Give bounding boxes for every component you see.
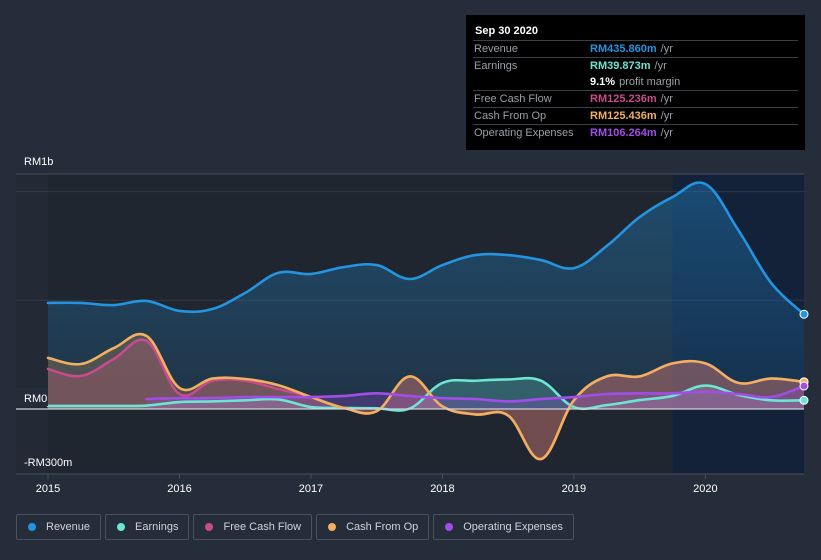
legend-item-earnings[interactable]: Earnings xyxy=(105,514,190,540)
y-tick-label-top: RM1b xyxy=(24,156,53,168)
legend-label: Cash From Op xyxy=(346,521,419,533)
y-tick-label-bottom: -RM300m xyxy=(24,457,72,469)
tooltip-value: RM106.264m xyxy=(590,127,657,139)
tooltip-label: Earnings xyxy=(474,60,518,72)
x-tick-label: 2019 xyxy=(562,483,586,495)
x-tick-label: 2017 xyxy=(299,483,323,495)
x-tick-label: 2015 xyxy=(36,483,60,495)
tooltip-unit: /yr xyxy=(654,60,667,72)
x-tick-label: 2018 xyxy=(430,483,454,495)
tooltip-unit: /yr xyxy=(660,93,673,105)
earnings-dot-icon xyxy=(117,523,126,531)
x-ticks: 2015 2016 2017 2018 2019 2020 xyxy=(36,474,718,495)
legend-label: Revenue xyxy=(46,521,91,533)
tooltip-row-cash-from-op: Cash From Op RM125.436m /yr xyxy=(473,107,798,124)
legend-item-revenue[interactable]: Revenue xyxy=(16,514,102,540)
legend-item-free-cash-flow[interactable]: Free Cash Flow xyxy=(193,514,313,540)
tooltip-row-operating-expenses: Operating Expenses RM106.264m /yr xyxy=(473,124,798,141)
tooltip-unit: /yr xyxy=(660,110,673,122)
tooltip-unit: profit margin xyxy=(619,76,681,88)
tooltip-row-profit-margin: 9.1% profit margin xyxy=(473,74,798,90)
revenue-end-marker xyxy=(799,309,809,319)
tooltip-value: RM125.436m xyxy=(590,110,657,122)
x-tick-label: 2020 xyxy=(693,483,717,495)
cash-from-op-dot-icon xyxy=(328,523,337,531)
x-tick-label: 2016 xyxy=(167,483,191,495)
tooltip-row-revenue: Revenue RM435.860m /yr xyxy=(473,40,798,57)
legend-label: Operating Expenses xyxy=(463,521,563,533)
free-cash-flow-dot-icon xyxy=(205,523,214,531)
tooltip-value: 9.1% xyxy=(590,76,616,88)
operating-expenses-end-marker xyxy=(799,381,809,391)
tooltip-label: Revenue xyxy=(474,43,519,55)
y-tick-label-zero: RM0 xyxy=(24,393,47,405)
tooltip-label: Cash From Op xyxy=(474,110,547,122)
legend-label: Free Cash Flow xyxy=(223,521,302,533)
operating-expenses-dot-icon xyxy=(445,523,454,531)
legend: Revenue Earnings Free Cash Flow Cash Fro… xyxy=(16,514,574,540)
legend-label: Earnings xyxy=(135,521,179,533)
tooltip-label: Free Cash Flow xyxy=(474,93,552,105)
legend-item-cash-from-op[interactable]: Cash From Op xyxy=(316,514,430,540)
tooltip-row-free-cash-flow: Free Cash Flow RM125.236m /yr xyxy=(473,90,798,107)
revenue-dot-icon xyxy=(28,523,36,531)
tooltip: Sep 30 2020 Revenue RM435.860m /yr Earni… xyxy=(466,15,805,150)
tooltip-value: RM39.873m xyxy=(590,60,651,72)
tooltip-row-earnings: Earnings RM39.873m /yr xyxy=(473,57,798,74)
tooltip-label xyxy=(473,74,590,90)
tooltip-unit: /yr xyxy=(660,127,673,139)
tooltip-date: Sep 30 2020 xyxy=(475,25,538,37)
legend-item-operating-expenses[interactable]: Operating Expenses xyxy=(433,514,574,540)
tooltip-label: Operating Expenses xyxy=(474,127,574,139)
tooltip-unit: /yr xyxy=(660,43,673,55)
tooltip-value: RM125.236m xyxy=(590,93,657,105)
earnings-end-marker xyxy=(799,395,809,405)
tooltip-value: RM435.860m xyxy=(590,43,657,55)
